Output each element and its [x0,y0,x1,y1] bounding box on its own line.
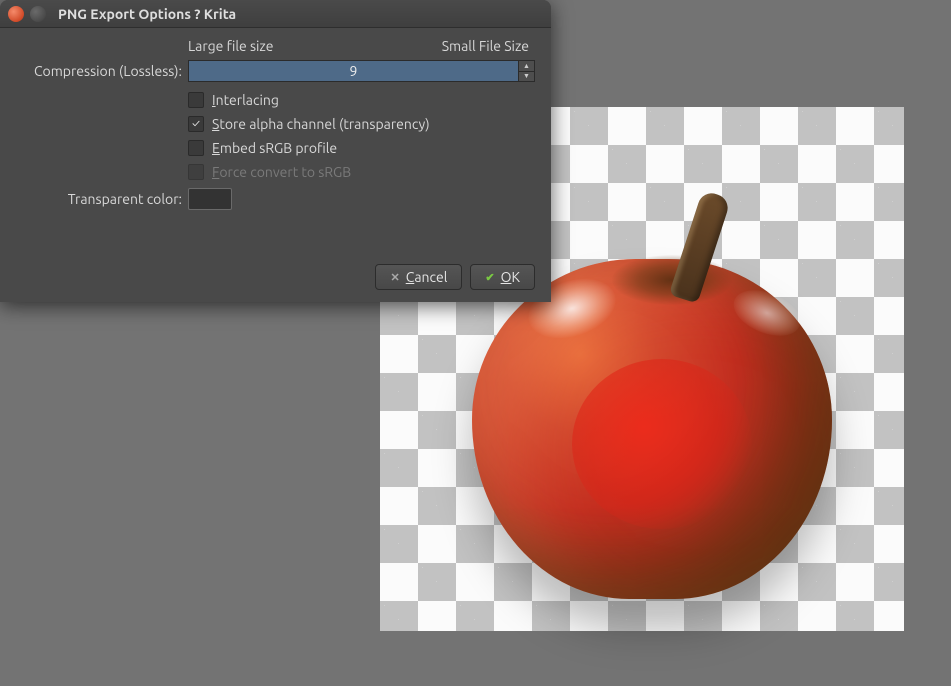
compression-label: Compression (Lossless): [10,63,188,79]
compression-value: 9 [350,63,358,79]
checkbox-label: Interlacing [212,92,279,108]
checkbox-box[interactable] [188,92,204,108]
transparent-color-swatch[interactable] [188,188,232,210]
window-title: PNG Export Options ? Krita [58,6,236,22]
window-close-button[interactable] [8,6,24,22]
checkbox-box [188,164,204,180]
transparent-color-row: Transparent color: [10,188,535,210]
checkbox-interlacing[interactable]: Interlacing [188,92,535,108]
titlebar[interactable]: PNG Export Options ? Krita [0,0,551,28]
label-small-file: Small File Size [442,38,529,54]
compression-range-labels: Large file size Small File Size [188,38,535,54]
window-minimize-button[interactable] [30,6,46,22]
label-large-file: Large file size [188,38,273,54]
checkbox-label: Store alpha channel (transparency) [212,116,430,132]
checkbox-store-alpha[interactable]: ✓ Store alpha channel (transparency) [188,116,535,132]
cancel-label: Cancel [406,269,448,285]
cancel-button[interactable]: ✕ Cancel [375,264,462,290]
compression-spinner[interactable]: ▲ ▼ [519,60,535,82]
compression-row: Compression (Lossless): 9 ▲ ▼ [10,60,535,82]
checkbox-embed-srgb[interactable]: Embed sRGB profile [188,140,535,156]
cancel-icon: ✕ [390,271,399,284]
transparent-color-label: Transparent color: [10,191,188,207]
ok-label: OK [501,269,520,285]
compression-slider[interactable]: 9 [188,60,519,82]
dialog-buttons: ✕ Cancel ✔ OK [375,264,535,290]
spinner-down-icon[interactable]: ▼ [519,72,534,82]
apple-dimple [612,255,732,305]
ok-icon: ✔ [485,271,494,284]
checkbox-group: Interlacing ✓ Store alpha channel (trans… [188,92,535,180]
spinner-up-icon[interactable]: ▲ [519,61,534,72]
png-export-dialog: PNG Export Options ? Krita Large file si… [0,0,551,302]
checkbox-label: Force convert to sRGB [212,164,351,180]
ok-button[interactable]: ✔ OK [470,264,535,290]
checkbox-box[interactable]: ✓ [188,116,204,132]
checkbox-force-srgb: Force convert to sRGB [188,164,535,180]
dialog-body: Large file size Small File Size Compress… [0,28,551,220]
checkbox-box[interactable] [188,140,204,156]
checkbox-label: Embed sRGB profile [212,140,337,156]
apple-red-patch [572,359,752,529]
